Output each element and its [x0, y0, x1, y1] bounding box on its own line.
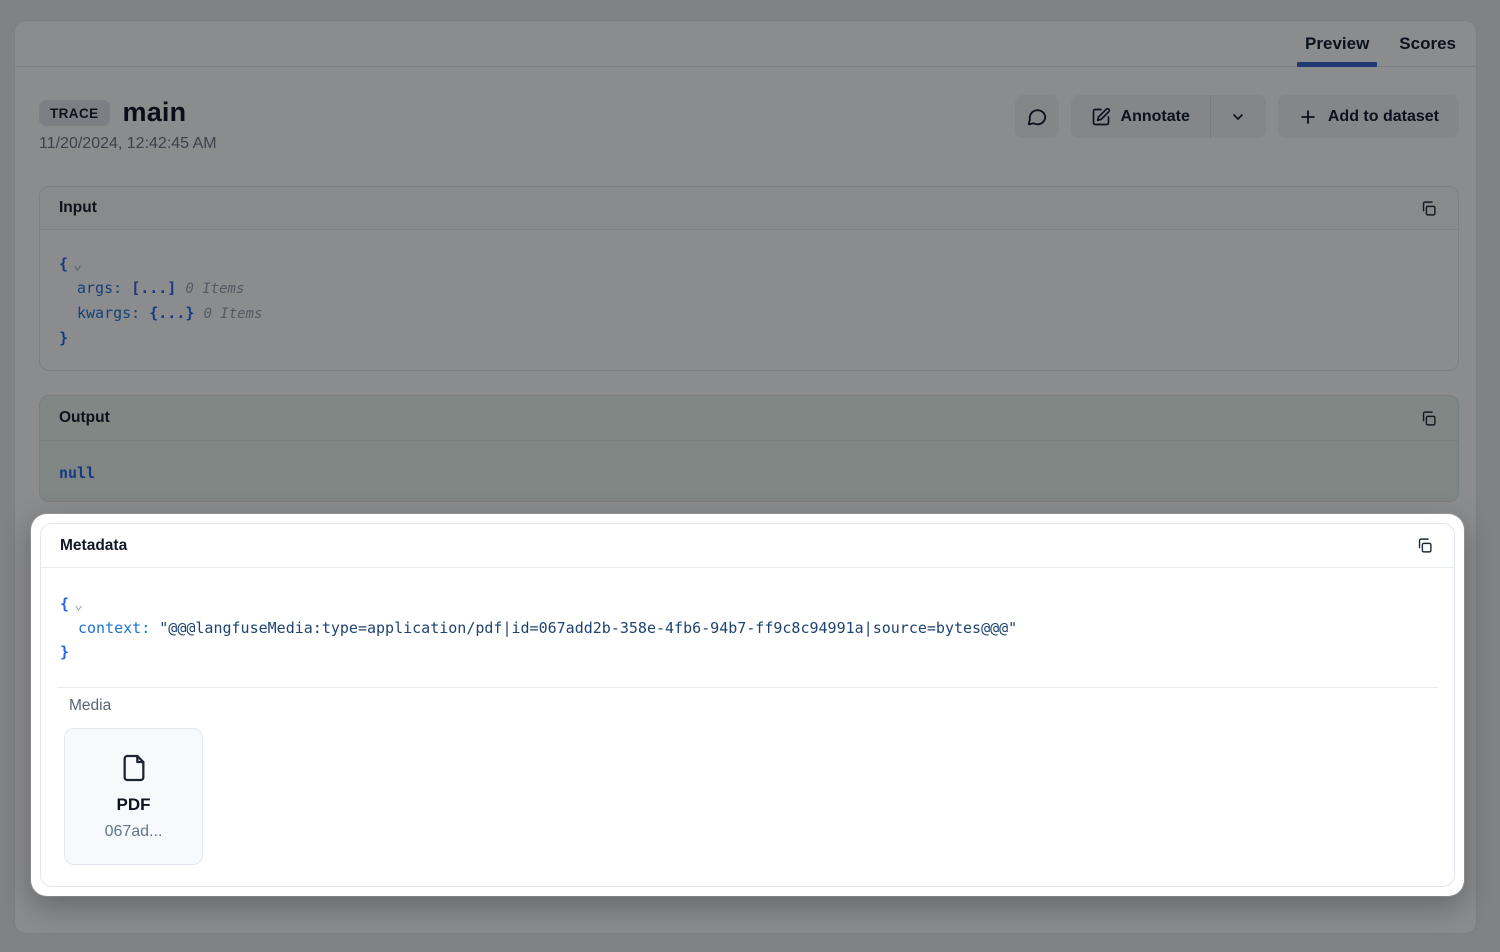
json-open-brace: {	[60, 595, 69, 613]
metadata-panel: Metadata { ⌄ context: "@@@langfuseMedia:t…	[40, 523, 1455, 887]
metadata-json: { ⌄ context: "@@@langfuseMedia:type=appli…	[41, 568, 1454, 664]
media-section: Media PDF 067ad...	[57, 687, 1438, 865]
collapse-toggle-icon[interactable]: ⌄	[74, 592, 83, 616]
json-context-value: "@@@langfuseMedia:type=application/pdf|i…	[159, 619, 1017, 637]
media-section-label: Media	[57, 697, 1438, 715]
json-key-context: context:	[78, 619, 150, 637]
metadata-copy-button[interactable]	[1414, 535, 1435, 556]
media-id-label: 067ad...	[105, 823, 163, 841]
file-icon	[118, 752, 150, 784]
media-pdf-card[interactable]: PDF 067ad...	[64, 728, 203, 865]
metadata-spotlight: Metadata { ⌄ context: "@@@langfuseMedia:t…	[31, 514, 1464, 896]
json-close-brace: }	[60, 643, 69, 661]
metadata-panel-title: Metadata	[60, 537, 127, 555]
media-type-label: PDF	[117, 795, 151, 815]
copy-icon	[1416, 537, 1433, 554]
